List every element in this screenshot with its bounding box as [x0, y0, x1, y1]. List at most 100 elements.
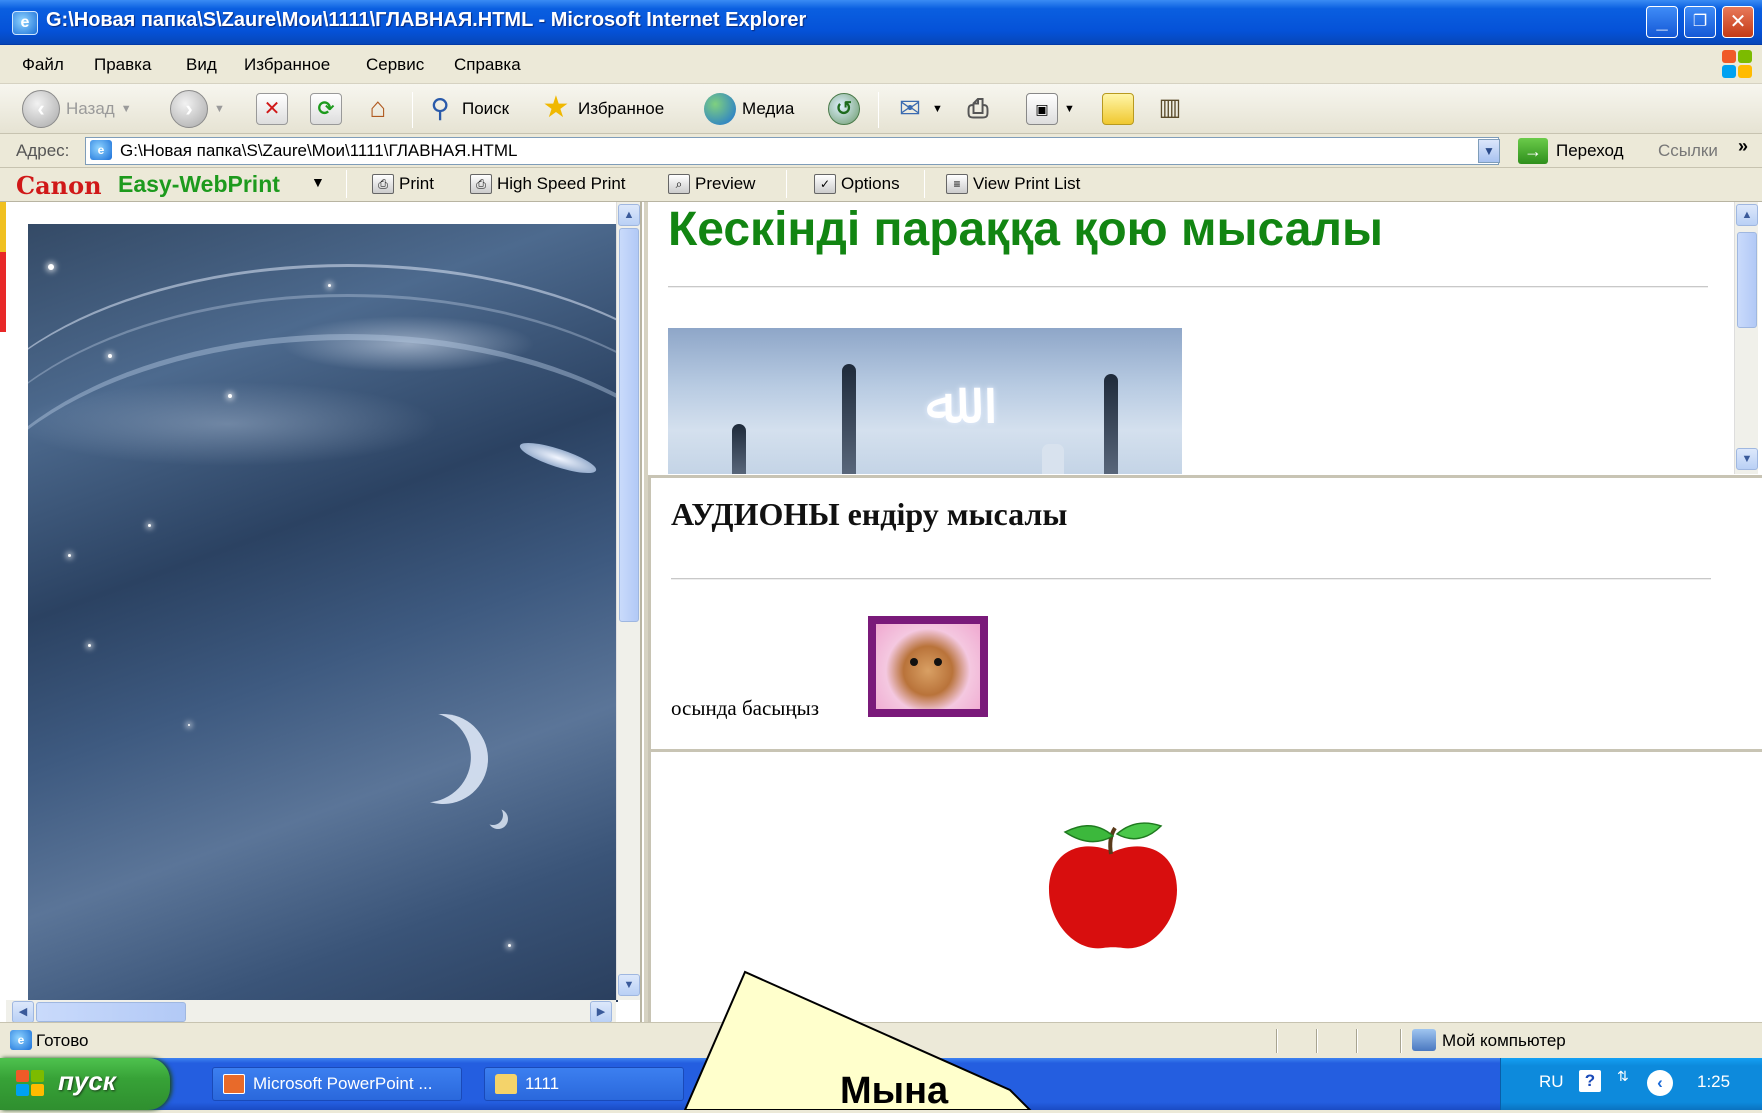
star: [48, 264, 54, 270]
easy-webprint-dropdown-icon[interactable]: ▼: [311, 174, 325, 190]
puppy-audio-link-image[interactable]: [868, 616, 988, 717]
menu-file[interactable]: Файл: [22, 55, 64, 75]
printer-icon: ⎙: [967, 93, 989, 123]
scroll-up-button[interactable]: ▲: [1736, 204, 1758, 226]
canon-print-button[interactable]: ⎙ Print: [372, 174, 434, 194]
star: [68, 554, 71, 557]
media-button[interactable]: Медиа: [704, 89, 794, 129]
easy-webprint-menu[interactable]: Easy-WebPrint: [118, 171, 280, 198]
close-button[interactable]: ✕: [1722, 6, 1754, 38]
toolbar-separator: [924, 170, 925, 198]
forward-dropdown-icon[interactable]: ▼: [214, 103, 225, 115]
options-button[interactable]: ✓ Options: [814, 174, 900, 194]
help-icon[interactable]: ?: [1579, 1070, 1601, 1092]
divider: [671, 578, 1711, 580]
minimize-button[interactable]: _: [1646, 6, 1678, 38]
status-text: Готово: [36, 1031, 89, 1050]
go-button[interactable]: → Переход: [1518, 137, 1624, 165]
edit-button[interactable]: ▣ ▼: [1026, 89, 1075, 129]
security-zone-text: Мой компьютер: [1442, 1031, 1566, 1050]
system-tray: RU ? ⇅ ‹ 1:25: [1500, 1058, 1762, 1110]
forward-button[interactable]: › ▼: [170, 89, 225, 129]
favorites-label: Избранное: [578, 99, 665, 118]
start-button[interactable]: пуск: [0, 1058, 170, 1110]
window-title-bar[interactable]: e G:\Новая папка\S\Zaure\Мои\1111\ГЛАВНА…: [0, 0, 1762, 45]
refresh-button[interactable]: ⟳: [310, 89, 342, 129]
history-icon: ↺: [828, 93, 860, 125]
printer-icon: ⎙: [372, 174, 394, 194]
puppy-picture: [876, 624, 980, 709]
stop-button[interactable]: ✕: [256, 89, 288, 129]
status-divider: [1276, 1029, 1278, 1053]
clock: 1:25: [1697, 1072, 1731, 1091]
minaret: [842, 364, 856, 474]
top-right-frame: Кескінді параққа қою мысалы ﷲ ▲ ▼: [648, 202, 1762, 478]
star: [508, 944, 511, 947]
search-label: Поиск: [462, 99, 510, 118]
menu-view[interactable]: Вид: [186, 55, 217, 75]
scroll-down-button[interactable]: ▼: [618, 974, 640, 996]
back-button[interactable]: ‹ Назад ▼: [22, 89, 132, 129]
restore-button[interactable]: ❐: [1684, 6, 1716, 38]
home-button[interactable]: ⌂: [362, 89, 394, 129]
top-frame-vertical-scrollbar[interactable]: ▲ ▼: [1734, 202, 1758, 474]
powerpoint-icon: [223, 1074, 245, 1094]
scroll-up-button[interactable]: ▲: [618, 204, 640, 226]
address-bar: Адрес: G:\Новая папка\S\Zaure\Мои\1111\Г…: [0, 134, 1762, 168]
links-chevron-icon[interactable]: »: [1738, 136, 1748, 157]
back-dropdown-icon[interactable]: ▼: [121, 103, 132, 115]
history-button[interactable]: ↺: [828, 89, 860, 129]
messenger-button[interactable]: [1102, 89, 1134, 129]
view-print-list-button[interactable]: ≡ View Print List: [946, 174, 1080, 194]
page-icon: e: [90, 140, 112, 160]
planet-ring: [28, 334, 618, 794]
menu-tools[interactable]: Сервис: [366, 55, 424, 75]
mail-button[interactable]: ✉ ▼: [894, 89, 943, 129]
bottom-right-frame: [648, 752, 1762, 1024]
address-input[interactable]: G:\Новая папка\S\Zaure\Мои\1111\ГЛАВНАЯ.…: [85, 137, 1499, 165]
preview-button[interactable]: ⌕ Preview: [668, 174, 755, 194]
small-moon-icon: [488, 809, 508, 829]
favorites-star-icon: ★: [542, 91, 570, 124]
browser-content: ▲ ▼ ◀ ▶ Кескінді параққа қою мысалы ﷲ ▲ …: [0, 202, 1762, 1024]
left-frame-vertical-scrollbar[interactable]: ▲ ▼: [616, 202, 640, 1000]
menu-edit[interactable]: Правка: [94, 55, 151, 75]
mail-icon: ✉: [899, 93, 921, 123]
scroll-left-button[interactable]: ◀: [12, 1001, 34, 1023]
audio-heading: АУДИОНЫ ендіру мысалы: [671, 496, 1068, 532]
taskbar-item-powerpoint[interactable]: Microsoft PowerPoint ...: [212, 1067, 462, 1101]
edit-dropdown-icon[interactable]: ▼: [1064, 103, 1075, 115]
back-label: Назад: [66, 99, 115, 118]
address-dropdown-button[interactable]: ▼: [1478, 139, 1500, 163]
ie-page-status-icon: e: [10, 1030, 32, 1050]
ie-app-icon[interactable]: e: [12, 11, 38, 35]
canon-toolbar: Canon Easy-WebPrint ▼ ⎙ Print ⎙ High Speed…: [0, 168, 1762, 202]
note-icon: [1102, 93, 1134, 125]
options-icon: ✓: [814, 174, 836, 194]
scroll-right-button[interactable]: ▶: [590, 1001, 612, 1023]
taskbar-item-label: 1111: [525, 1074, 560, 1093]
search-button[interactable]: ⚲ Поиск: [424, 89, 509, 129]
left-frame-horizontal-scrollbar[interactable]: ◀ ▶: [6, 1000, 616, 1024]
show-hidden-icons-button[interactable]: ‹: [1647, 1070, 1673, 1096]
language-indicator[interactable]: RU: [1539, 1072, 1564, 1092]
star: [188, 724, 190, 726]
network-icon[interactable]: ⇅: [1617, 1068, 1629, 1085]
minaret: [1042, 444, 1064, 474]
favorites-button[interactable]: ★ Избранное: [540, 89, 665, 129]
menu-help[interactable]: Справка: [454, 55, 521, 75]
audio-frame: АУДИОНЫ ендіру мысалы осында басыңыз: [648, 478, 1762, 752]
scroll-thumb[interactable]: [36, 1002, 186, 1022]
status-divider: [1400, 1029, 1402, 1053]
print-button[interactable]: ⎙: [962, 89, 994, 129]
high-speed-print-button[interactable]: ⎙ High Speed Print: [470, 174, 626, 194]
scroll-down-button[interactable]: ▼: [1736, 448, 1758, 470]
scroll-thumb[interactable]: [619, 228, 639, 622]
mail-dropdown-icon[interactable]: ▼: [932, 103, 943, 115]
research-button[interactable]: ▥: [1154, 89, 1186, 129]
menu-favorites[interactable]: Избранное: [244, 55, 330, 75]
scroll-thumb[interactable]: [1737, 232, 1757, 328]
standard-toolbar: ‹ Назад ▼ › ▼ ✕ ⟳ ⌂ ⚲ Поиск ★ Избранное …: [0, 84, 1762, 134]
taskbar-item-folder[interactable]: 1111: [484, 1067, 684, 1101]
links-button[interactable]: Ссылки: [1658, 141, 1718, 161]
